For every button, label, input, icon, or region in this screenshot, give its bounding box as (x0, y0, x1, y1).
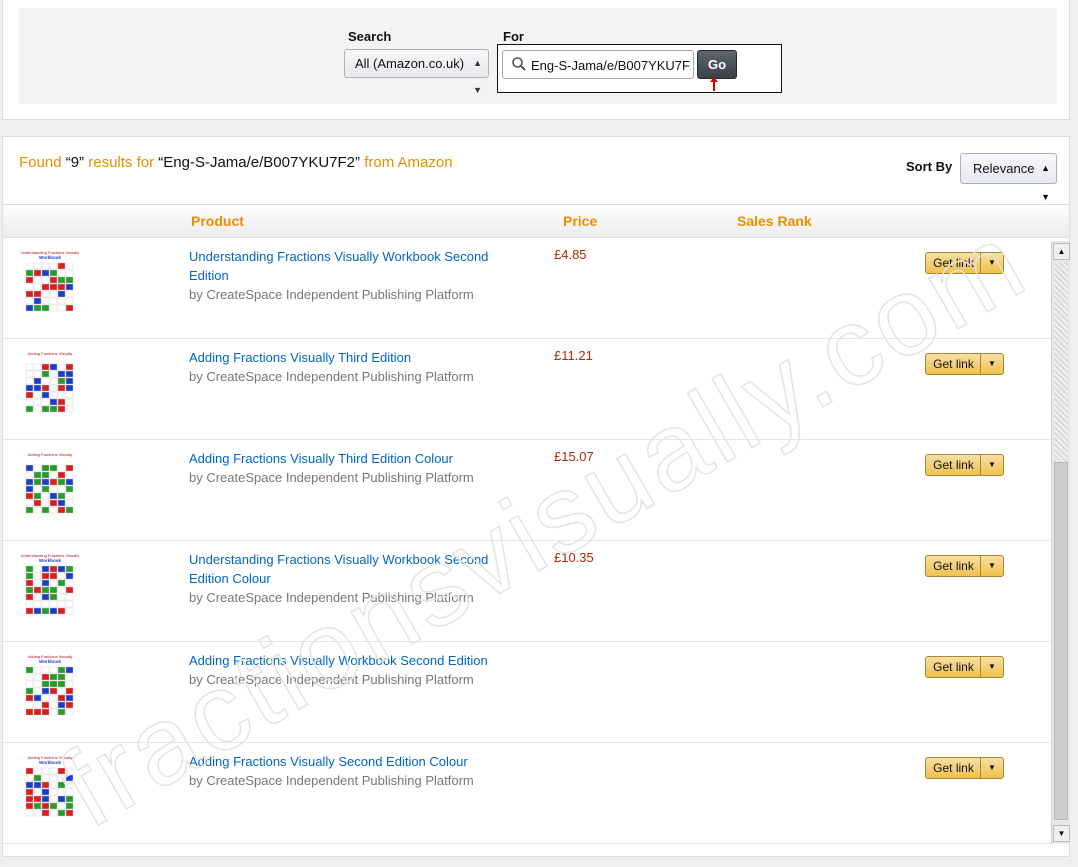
get-link-button[interactable]: Get link ▼ (925, 252, 1004, 274)
mouse-cursor-icon (710, 77, 718, 91)
results-for-text: results for (88, 154, 155, 171)
from-amazon-text: from Amazon (364, 154, 453, 171)
table-row: Adding Fractions Visually Workbook Adding… (3, 743, 1051, 844)
book-cover-thumbnail[interactable]: Adding Fractions VisuallyWorkbook (21, 652, 79, 724)
cover-subtitle-text: Workbook (39, 760, 61, 765)
product-price: £11.21 (554, 348, 593, 363)
product-title-link[interactable]: Adding Fractions Visually Third Edition … (189, 451, 453, 466)
product-title-link[interactable]: Understanding Fractions Visually Workboo… (189, 249, 488, 283)
chevron-updown-icon: ▲ ▼ (473, 58, 482, 95)
scroll-up-arrow-icon[interactable]: ▲ (1053, 243, 1070, 260)
caret-down-icon[interactable]: ▼ (981, 657, 1003, 677)
product-author: by CreateSpace Independent Publishing Pl… (189, 672, 474, 687)
table-row: Understanding Fractions Visually Workbook… (3, 238, 1051, 339)
caret-down-icon[interactable]: ▼ (981, 354, 1003, 374)
get-link-label: Get link (933, 357, 974, 371)
get-link-label: Get link (933, 660, 974, 674)
product-price: £15.07 (554, 449, 594, 464)
sort-select-value: Relevance (973, 161, 1035, 176)
table-row: Understanding Fractions Visually Workbook… (3, 541, 1051, 642)
column-header-sales-rank[interactable]: Sales Rank (737, 213, 812, 229)
found-word: Found (19, 154, 62, 171)
cover-header-text: Adding Fractions Visually (28, 351, 73, 356)
book-cover-thumbnail[interactable]: Adding Fractions Visually (21, 450, 79, 522)
table-row: Adding Fractions Visually Adding Fractio… (3, 339, 1051, 440)
cover-header-text: Adding Fractions Visually (28, 452, 73, 457)
results-query: “Eng-S-Jama/e/B007YKU7F2” (158, 154, 361, 171)
category-select-value: All (Amazon.co.uk) (355, 56, 465, 71)
search-input[interactable] (531, 54, 691, 76)
product-author: by CreateSpace Independent Publishing Pl… (189, 773, 474, 788)
get-link-button[interactable]: Get link ▼ (925, 656, 1004, 678)
book-cover-thumbnail[interactable]: Adding Fractions VisuallyWorkbook (21, 753, 79, 825)
scrollbar-thumb[interactable] (1054, 462, 1068, 820)
results-count: “9” (65, 154, 85, 171)
results-list: Understanding Fractions Visually Workbook… (3, 238, 1051, 845)
table-row: Adding Fractions Visually Workbook Adding… (3, 642, 1051, 743)
get-link-button[interactable]: Get link ▼ (925, 454, 1004, 476)
book-cover-thumbnail[interactable]: Understanding Fractions VisuallyWorkbook (21, 248, 79, 320)
product-title-link[interactable]: Adding Fractions Visually Workbook Secon… (189, 653, 488, 668)
scrollbar-track[interactable] (1054, 262, 1068, 462)
book-cover-thumbnail[interactable]: Understanding Fractions VisuallyWorkbook (21, 551, 79, 623)
product-author: by CreateSpace Independent Publishing Pl… (189, 369, 474, 384)
product-price: £4.85 (554, 247, 587, 262)
get-link-button[interactable]: Get link ▼ (925, 757, 1004, 779)
search-input-box[interactable] (502, 50, 694, 79)
cover-subtitle-text: Workbook (39, 659, 61, 664)
category-select[interactable]: All (Amazon.co.uk) ▲ ▼ (344, 49, 489, 95)
for-label: For (503, 29, 524, 44)
cover-subtitle-text: Workbook (39, 255, 61, 260)
caret-down-icon[interactable]: ▼ (981, 556, 1003, 576)
product-title-link[interactable]: Adding Fractions Visually Third Edition (189, 350, 411, 365)
get-link-button[interactable]: Get link ▼ (925, 555, 1004, 577)
results-summary: Found “9” results for “Eng-S-Jama/e/B007… (19, 154, 453, 171)
product-author: by CreateSpace Independent Publishing Pl… (189, 470, 474, 485)
results-scrollbar[interactable]: ▲ ▼ (1051, 241, 1070, 844)
column-header-product[interactable]: Product (191, 213, 244, 229)
get-link-button[interactable]: Get link ▼ (925, 353, 1004, 375)
product-title-link[interactable]: Understanding Fractions Visually Workboo… (189, 552, 488, 586)
get-link-label: Get link (933, 559, 974, 573)
results-panel: Found “9” results for “Eng-S-Jama/e/B007… (2, 136, 1070, 857)
sort-by-label: Sort By (906, 159, 953, 174)
get-link-label: Get link (933, 761, 974, 775)
product-author: by CreateSpace Independent Publishing Pl… (189, 590, 474, 605)
product-author: by CreateSpace Independent Publishing Pl… (189, 287, 474, 302)
caret-down-icon[interactable]: ▼ (981, 758, 1003, 778)
sort-select[interactable]: Relevance ▲ ▼ (960, 153, 1057, 202)
column-header-price[interactable]: Price (563, 213, 597, 229)
get-link-label: Get link (933, 256, 974, 270)
scroll-down-arrow-icon[interactable]: ▼ (1053, 825, 1070, 842)
product-title-link[interactable]: Adding Fractions Visually Second Edition… (189, 754, 468, 769)
caret-down-icon[interactable]: ▼ (981, 253, 1003, 273)
go-button[interactable]: Go (697, 50, 737, 79)
table-row: Adding Fractions Visually Adding Fractio… (3, 440, 1051, 541)
product-price: £10.35 (554, 550, 594, 565)
caret-down-icon[interactable]: ▼ (981, 455, 1003, 475)
magnifier-icon (512, 57, 526, 71)
search-label: Search (348, 29, 392, 44)
book-cover-thumbnail[interactable]: Adding Fractions Visually (21, 349, 79, 421)
table-header: Product Price Sales Rank (3, 204, 1069, 238)
cover-subtitle-text: Workbook (39, 558, 61, 563)
get-link-label: Get link (933, 458, 974, 472)
